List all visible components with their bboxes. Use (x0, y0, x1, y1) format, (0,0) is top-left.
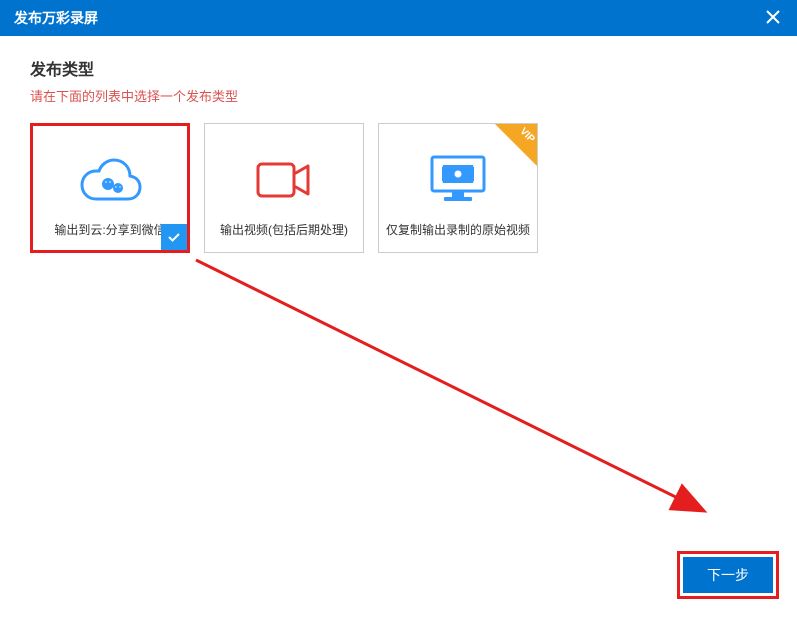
cloud-icon (70, 145, 150, 215)
monitor-icon (426, 145, 490, 215)
close-icon (766, 10, 780, 24)
next-button-highlight: 下一步 (677, 551, 779, 599)
option-group: 输出到云:分享到微信 输出视频(包括后期处理) (30, 123, 767, 253)
video-camera-icon (254, 145, 314, 215)
vip-badge-triangle (495, 124, 537, 166)
content-area: 发布类型 请在下面的列表中选择一个发布类型 输出到云:分享到微信 (0, 36, 797, 273)
titlebar: 发布万彩录屏 (0, 0, 797, 36)
option-copy-raw[interactable]: 仅复制输出录制的原始视频 VIP (378, 123, 538, 253)
option-label: 输出视频(包括后期处理) (214, 221, 354, 238)
selected-checkmark (161, 224, 187, 250)
check-icon (166, 229, 182, 245)
annotation-arrow (192, 256, 732, 536)
section-subtitle: 请在下面的列表中选择一个发布类型 (30, 86, 767, 105)
section-title: 发布类型 (30, 56, 767, 80)
option-cloud-share[interactable]: 输出到云:分享到微信 (30, 123, 190, 253)
option-label: 输出到云:分享到微信 (48, 221, 171, 238)
option-output-video[interactable]: 输出视频(包括后期处理) (204, 123, 364, 253)
option-label: 仅复制输出录制的原始视频 (380, 221, 536, 238)
window-title: 发布万彩录屏 (14, 8, 98, 28)
close-button[interactable] (763, 9, 783, 27)
next-button[interactable]: 下一步 (683, 557, 773, 593)
